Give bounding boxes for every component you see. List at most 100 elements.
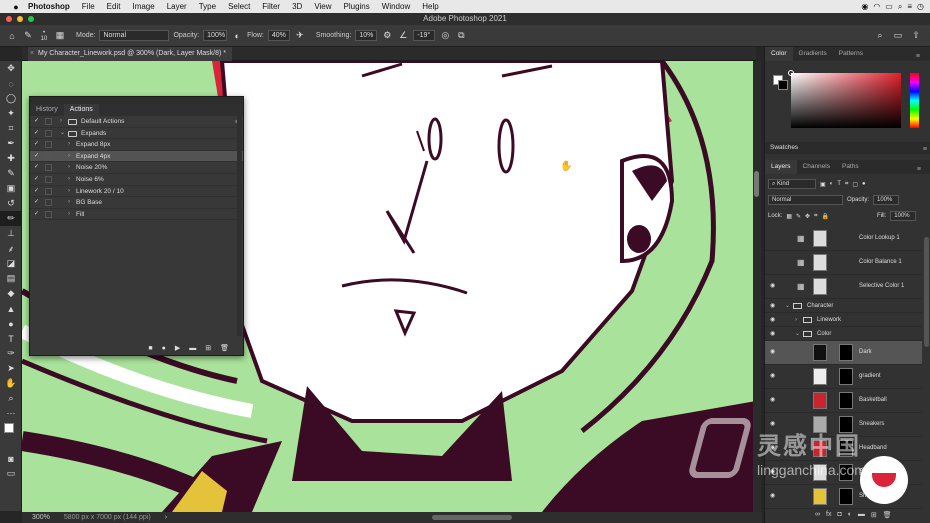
layer-mask-thumbnail[interactable] <box>839 344 853 361</box>
action-row[interactable]: ✓ › Expand 8px <box>30 139 243 151</box>
layer-row[interactable]: ◉ Sneakers <box>765 413 922 437</box>
menu-file[interactable]: File <box>76 2 101 11</box>
lock-all-icon[interactable]: 🔒 <box>821 213 828 220</box>
lasso-tool-icon[interactable]: ◯ <box>0 91 22 106</box>
new-set-icon[interactable]: ▬ <box>189 345 196 352</box>
color-panel-swatches[interactable] <box>773 75 789 91</box>
swatches-menu-icon[interactable]: ≡ <box>923 144 927 156</box>
visibility-eye-icon[interactable]: ◉ <box>770 493 775 499</box>
gear-icon[interactable]: ⚙ <box>381 30 393 42</box>
sharpen-tool-icon[interactable]: ▲ <box>0 301 22 316</box>
layer-row[interactable]: ◉ Headband <box>765 437 922 461</box>
eyedropper-tool-icon[interactable]: ✒ <box>0 136 22 151</box>
lock-artboard-icon[interactable]: ⌗ <box>814 213 817 220</box>
layer-row[interactable]: ◉ Basketball <box>765 389 922 413</box>
tab-color[interactable]: Color <box>765 47 793 61</box>
hue-slider[interactable] <box>910 73 919 128</box>
layer-thumbnail[interactable] <box>813 344 827 361</box>
visibility-eye-icon[interactable]: ◉ <box>770 373 775 379</box>
record-icon[interactable]: ● <box>162 345 166 352</box>
dialog-toggle[interactable] <box>45 141 52 149</box>
healing-brush-tool-icon[interactable]: ✚ <box>0 151 22 166</box>
chevron-right-icon[interactable]: › <box>68 162 70 174</box>
status-chevron-icon[interactable]: › <box>165 514 167 521</box>
dialog-toggle[interactable] <box>45 210 52 218</box>
mode-select[interactable]: Normal <box>99 30 170 41</box>
new-action-icon[interactable]: ⊞ <box>205 344 211 352</box>
smoothing-field[interactable]: 10% <box>355 30 378 41</box>
visibility-eye-icon[interactable]: ◉ <box>770 469 775 475</box>
actions-scrollbar[interactable] <box>237 116 242 336</box>
horizontal-scroll-thumb[interactable] <box>432 515 512 520</box>
chevron-right-icon[interactable]: › <box>60 116 62 128</box>
layer-mask-thumbnail[interactable] <box>839 440 853 457</box>
move-tool-icon[interactable]: ✥ <box>0 61 22 76</box>
tab-actions[interactable]: Actions <box>63 104 99 116</box>
color-panel-menu-icon[interactable]: ≡ <box>910 50 926 64</box>
chevron-right-icon[interactable]: › <box>68 151 70 163</box>
foreground-color-swatch[interactable] <box>4 423 14 433</box>
delete-layer-icon[interactable]: 🗑 <box>883 511 892 519</box>
eraser-tool-icon[interactable]: ◪ <box>0 256 22 271</box>
document-tab[interactable]: × My Character_Linework.psd @ 300% (Dark… <box>28 47 233 61</box>
chevron-icon[interactable]: ⌄ <box>795 327 800 341</box>
visibility-eye-icon[interactable]: ◉ <box>770 283 775 289</box>
pixel-filter-icon[interactable]: ▣ <box>820 181 826 188</box>
action-row[interactable]: ✓ › Noise 20% <box>30 162 243 174</box>
dialog-toggle[interactable] <box>45 175 52 183</box>
layer-row[interactable]: ◉ gradient <box>765 365 922 389</box>
action-row[interactable]: ✓ › BG Base <box>30 197 243 209</box>
layer-thumbnail[interactable] <box>813 278 827 295</box>
filter-kind-select[interactable]: ⌕ Kind <box>768 179 816 189</box>
new-layer-icon[interactable]: ⊞ <box>871 511 877 519</box>
layer-row[interactable]: ▦ Color Lookup 1 <box>765 227 922 251</box>
control-center-icon[interactable]: ≡ <box>907 2 912 12</box>
marquee-tool-icon[interactable]: ◌ <box>0 76 22 91</box>
menu-window[interactable]: Window <box>376 2 416 11</box>
layer-row[interactable]: ▦ Color Balance 1 <box>765 251 922 275</box>
visibility-eye-icon[interactable]: ◉ <box>770 317 775 323</box>
layer-mask-thumbnail[interactable] <box>839 392 853 409</box>
fx-icon[interactable]: fx <box>826 511 831 519</box>
menu-3d[interactable]: 3D <box>286 2 308 11</box>
swap-colors-icon[interactable] <box>0 421 22 451</box>
action-enabled-checkbox[interactable]: ✓ <box>34 118 41 125</box>
chevron-right-icon[interactable]: › <box>68 209 70 221</box>
layer-mask-thumbnail[interactable] <box>839 464 853 481</box>
pressure-opacity-icon[interactable]: ◐ <box>231 30 243 42</box>
hand-tool-icon[interactable]: ✋ <box>0 376 22 391</box>
layer-thumbnail[interactable] <box>813 230 827 247</box>
angle-field[interactable]: -19° <box>413 30 436 41</box>
symmetry-icon[interactable]: ⧉ <box>455 30 467 42</box>
layer-group-row[interactable]: ◉ › Linework <box>765 313 922 327</box>
dialog-toggle[interactable] <box>45 199 52 207</box>
chevron-down-icon[interactable]: ⌄ <box>60 128 65 140</box>
layer-group-row[interactable]: ◉ ⌄ Color <box>765 327 922 341</box>
tab-channels[interactable]: Channels <box>797 160 836 174</box>
new-group-icon[interactable]: ▬ <box>858 511 865 519</box>
visibility-eye-icon[interactable]: ◉ <box>770 331 775 337</box>
dialog-toggle[interactable] <box>45 164 52 172</box>
layer-row[interactable]: ◉ ▦ Selective Color 1 <box>765 275 922 299</box>
chevron-right-icon[interactable]: › <box>68 186 70 198</box>
menu-help[interactable]: Help <box>416 2 444 11</box>
clock-icon[interactable]: ◷ <box>917 2 924 12</box>
battery-icon[interactable]: ▭ <box>885 2 893 12</box>
menu-layer[interactable]: Layer <box>161 2 193 11</box>
menu-select[interactable]: Select <box>222 2 256 11</box>
layer-mask-thumbnail[interactable] <box>839 416 853 433</box>
vertical-scroll-thumb[interactable] <box>754 171 759 197</box>
dialog-toggle[interactable] <box>45 118 52 125</box>
layer-row[interactable]: ◉ Shirt <box>765 485 922 509</box>
wifi-icon[interactable]: ◠ <box>873 2 880 12</box>
panel-drag-handle[interactable] <box>30 97 243 104</box>
creative-cloud-icon[interactable]: ◉ <box>861 2 868 12</box>
action-enabled-checkbox[interactable]: ✓ <box>34 130 41 137</box>
chevron-right-icon[interactable]: › <box>68 197 70 209</box>
dialog-toggle[interactable] <box>45 129 52 137</box>
chevron-icon[interactable]: ⌄ <box>785 299 790 313</box>
action-row[interactable]: ✓ › Fill <box>30 209 243 221</box>
layer-thumbnail[interactable] <box>813 416 827 433</box>
tab-layers[interactable]: Layers <box>765 160 797 174</box>
menu-edit[interactable]: Edit <box>101 2 127 11</box>
